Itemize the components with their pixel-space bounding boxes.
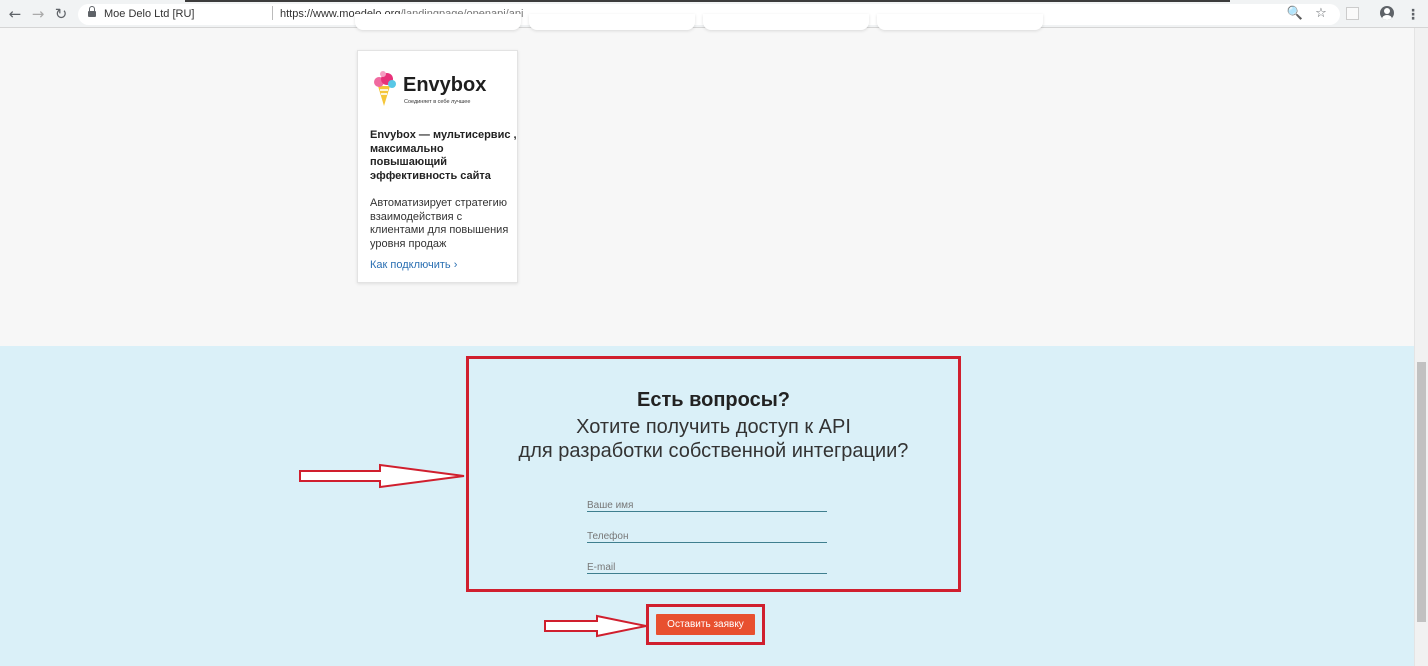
phone-input[interactable]: [587, 528, 827, 545]
email-input[interactable]: [587, 559, 827, 576]
subtitle-line-2: для разработки собственной интеграции?: [518, 440, 909, 462]
ice-cream-icon: [374, 71, 396, 106]
envybox-logo: Envybox Соединяет в себе лучшее: [372, 69, 492, 109]
card-stub: [877, 14, 1043, 30]
extension-icon[interactable]: [1346, 7, 1359, 20]
forward-button[interactable]: →: [29, 5, 47, 23]
email-field[interactable]: [587, 557, 827, 576]
submit-request-button[interactable]: Оставить заявку: [656, 614, 755, 635]
card-stub: [529, 14, 695, 30]
url-separator: [272, 6, 273, 20]
annotation-arrow-icon: [299, 463, 465, 489]
annotation-arrow-icon: [544, 614, 647, 638]
site-identity: Moe Delo Ltd [RU]: [104, 8, 195, 20]
name-input[interactable]: [587, 497, 827, 514]
back-button[interactable]: ←: [6, 5, 24, 23]
arrow-right-icon: →: [31, 5, 45, 23]
subtitle-line-1: Хотите получить доступ к API: [576, 416, 851, 438]
card-stub: [355, 14, 521, 30]
card-stub: [703, 14, 869, 30]
bookmark-star-icon[interactable]: ☆: [1312, 5, 1330, 23]
logo-wordmark: Envybox: [403, 74, 487, 96]
submit-highlight: Оставить заявку: [646, 604, 765, 645]
more-menu-icon[interactable]: ⋮: [1406, 6, 1420, 22]
card-title: Envybox — мультисервис , максимально пов…: [370, 129, 517, 182]
tab-strip-edge: [185, 0, 1230, 2]
lock-icon: [88, 6, 96, 18]
name-field[interactable]: [587, 495, 827, 514]
arrow-left-icon: ←: [8, 5, 22, 23]
contact-title: Есть вопросы?: [636, 389, 791, 411]
scrollbar-thumb[interactable]: [1417, 362, 1426, 622]
zoom-icon[interactable]: 🔍: [1286, 5, 1304, 23]
contact-subtitle: Хотите получить доступ к API для разрабо…: [469, 415, 958, 463]
page-scrollbar[interactable]: [1414, 28, 1428, 666]
integration-card-envybox: Envybox Соединяет в себе лучшее Envybox …: [357, 50, 518, 283]
how-to-connect-link[interactable]: Как подключить ›: [370, 259, 457, 271]
reload-icon: ↻: [54, 5, 68, 23]
phone-field[interactable]: [587, 526, 827, 545]
profile-icon[interactable]: [1380, 6, 1394, 20]
contact-form-highlight: Есть вопросы? Хотите получить доступ к A…: [466, 356, 961, 592]
logo-tagline: Соединяет в себе лучшее: [404, 99, 471, 105]
card-description: Автоматизирует стратегию взаимодействия …: [370, 197, 509, 250]
reload-button[interactable]: ↻: [52, 5, 70, 23]
